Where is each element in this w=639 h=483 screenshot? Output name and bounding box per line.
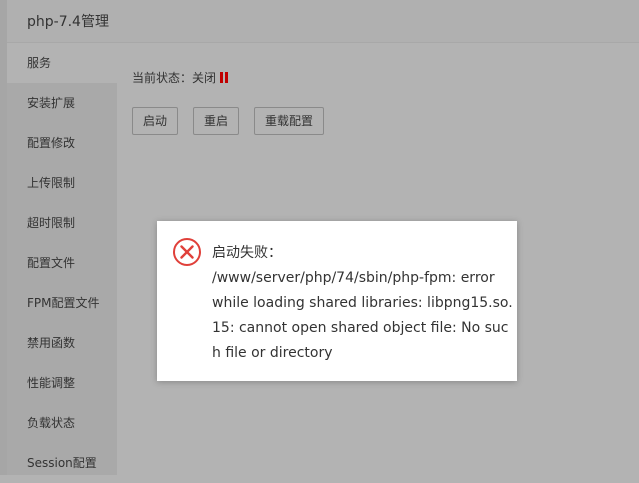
error-dialog: 启动失败： /www/server/php/74/sbin/php-fpm: e… — [157, 221, 517, 381]
sidebar: 服务 安装扩展 配置修改 上传限制 超时限制 配置文件 FPM配置文件 禁用函数… — [7, 43, 117, 475]
status-value: 关闭 — [192, 71, 217, 85]
error-title: 启动失败： — [212, 245, 282, 261]
error-line: /www/server/php/74/sbin/php-fpm: error — [212, 270, 495, 286]
sidebar-item-load-status[interactable]: 负载状态 — [7, 403, 117, 443]
window-titlebar[interactable]: php-7.4管理 — [7, 0, 639, 43]
error-line: h file or directory — [212, 345, 333, 361]
sidebar-item-fpm-config-file[interactable]: FPM配置文件 — [7, 283, 117, 323]
reload-config-button[interactable]: 重载配置 — [254, 107, 325, 135]
error-icon — [173, 238, 201, 266]
sidebar-item-config-edit[interactable]: 配置修改 — [7, 123, 117, 163]
status-label: 当前状态： — [132, 71, 193, 85]
background-window-edge: . — [0, 0, 7, 475]
sidebar-item-service[interactable]: 服务 — [7, 43, 117, 83]
sidebar-item-session-config[interactable]: Session配置 — [7, 443, 117, 483]
pause-icon — [220, 72, 229, 83]
error-message: 启动失败： /www/server/php/74/sbin/php-fpm: e… — [212, 241, 513, 366]
sidebar-item-timeout-limit[interactable]: 超时限制 — [7, 203, 117, 243]
sidebar-item-performance-tuning[interactable]: 性能调整 — [7, 363, 117, 403]
error-line: while loading shared libraries: libpng15… — [212, 295, 513, 311]
restart-button[interactable]: 重启 — [193, 107, 240, 135]
window-title: php-7.4管理 — [27, 14, 109, 30]
service-status: 当前状态：关闭 — [132, 69, 229, 86]
error-line: 15: cannot open shared object file: No s… — [212, 320, 509, 336]
sidebar-item-upload-limit[interactable]: 上传限制 — [7, 163, 117, 203]
sidebar-item-install-extensions[interactable]: 安装扩展 — [7, 83, 117, 123]
sidebar-item-disabled-functions[interactable]: 禁用函数 — [7, 323, 117, 363]
start-button[interactable]: 启动 — [132, 107, 179, 135]
sidebar-item-config-file[interactable]: 配置文件 — [7, 243, 117, 283]
